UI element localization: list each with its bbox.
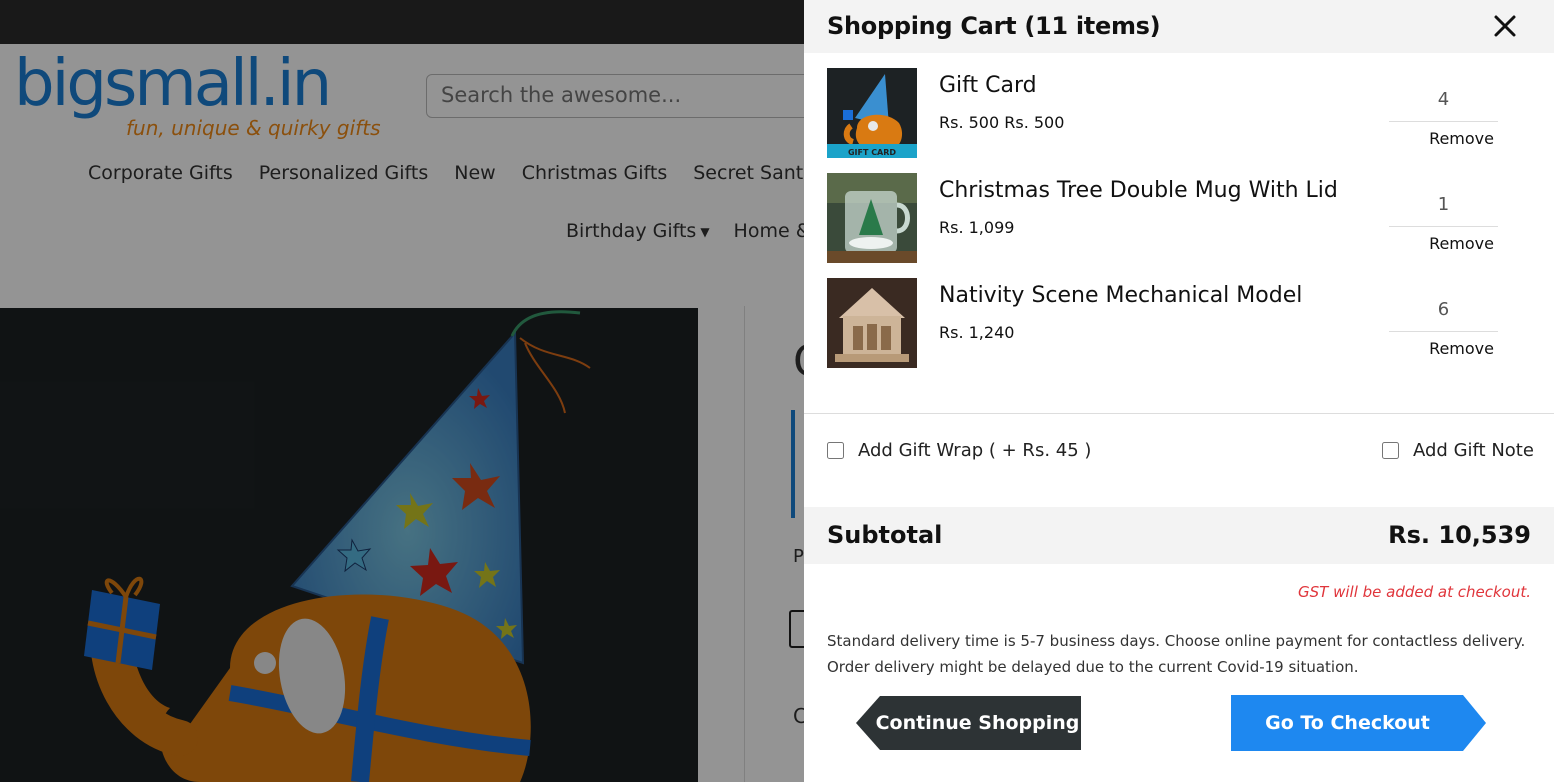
item-thumbnail[interactable] xyxy=(827,173,917,263)
gift-wrap-option[interactable]: Add Gift Wrap ( + Rs. 45 ) xyxy=(827,440,1091,461)
continue-shopping-label: Continue Shopping xyxy=(875,712,1080,734)
checkout-label: Go To Checkout xyxy=(1265,712,1430,734)
item-name[interactable]: Gift Card xyxy=(939,73,1037,98)
item-name[interactable]: Nativity Scene Mechanical Model xyxy=(939,283,1302,308)
item-thumbnail[interactable]: GIFT CARD xyxy=(827,68,917,158)
cart-drawer: Shopping Cart (11 items) GIFT CARD Gift … xyxy=(804,0,1554,782)
item-price: Rs. 1,099 xyxy=(939,218,1015,237)
gift-card-thumbnail: GIFT CARD xyxy=(827,68,917,158)
subtotal-bar: Subtotal Rs. 10,539 xyxy=(804,507,1554,564)
modal-backdrop[interactable] xyxy=(0,0,804,782)
christmas-mug-thumbnail xyxy=(827,173,917,263)
quantity-input[interactable] xyxy=(1389,182,1498,227)
cart-item: Christmas Tree Double Mug With Lid Rs. 1… xyxy=(804,158,1554,263)
continue-shopping-button[interactable]: Continue Shopping xyxy=(856,696,1081,750)
item-name[interactable]: Christmas Tree Double Mug With Lid xyxy=(939,178,1338,203)
delivery-line-2: Order delivery might be delayed due to t… xyxy=(827,658,1359,676)
delivery-line-1: Standard delivery time is 5-7 business d… xyxy=(827,632,1526,650)
nativity-model-thumbnail xyxy=(827,278,917,368)
gift-note-label: Add Gift Note xyxy=(1413,440,1534,461)
remove-button[interactable]: Remove xyxy=(1389,339,1494,358)
cart-item: GIFT CARD Gift Card Rs. 500 Rs. 500 Remo… xyxy=(804,53,1554,158)
divider xyxy=(804,413,1554,414)
delivery-info: Standard delivery time is 5-7 business d… xyxy=(827,628,1527,680)
item-price: Rs. 500 Rs. 500 xyxy=(939,113,1065,132)
cart-title: Shopping Cart (11 items) xyxy=(827,12,1161,40)
gst-note: GST will be added at checkout. xyxy=(1298,583,1531,601)
gift-note-option[interactable]: Add Gift Note xyxy=(1382,440,1534,461)
item-thumbnail[interactable] xyxy=(827,278,917,368)
checkout-button[interactable]: Go To Checkout xyxy=(1231,695,1486,751)
close-icon xyxy=(1494,15,1516,37)
gift-wrap-checkbox[interactable] xyxy=(827,442,844,459)
subtotal-label: Subtotal xyxy=(827,521,943,549)
cart-item: Nativity Scene Mechanical Model Rs. 1,24… xyxy=(804,263,1554,368)
subtotal-value: Rs. 10,539 xyxy=(1388,521,1531,549)
cart-header: Shopping Cart (11 items) xyxy=(804,0,1554,53)
remove-button[interactable]: Remove xyxy=(1389,234,1494,253)
close-button[interactable] xyxy=(1488,9,1522,43)
quantity-input[interactable] xyxy=(1389,287,1498,332)
quantity-input[interactable] xyxy=(1389,77,1498,122)
gift-wrap-label: Add Gift Wrap ( + Rs. 45 ) xyxy=(858,440,1092,461)
gift-note-checkbox[interactable] xyxy=(1382,442,1399,459)
gift-card-thumb-label: GIFT CARD xyxy=(848,148,896,157)
remove-button[interactable]: Remove xyxy=(1389,129,1494,148)
item-price: Rs. 1,240 xyxy=(939,323,1015,342)
